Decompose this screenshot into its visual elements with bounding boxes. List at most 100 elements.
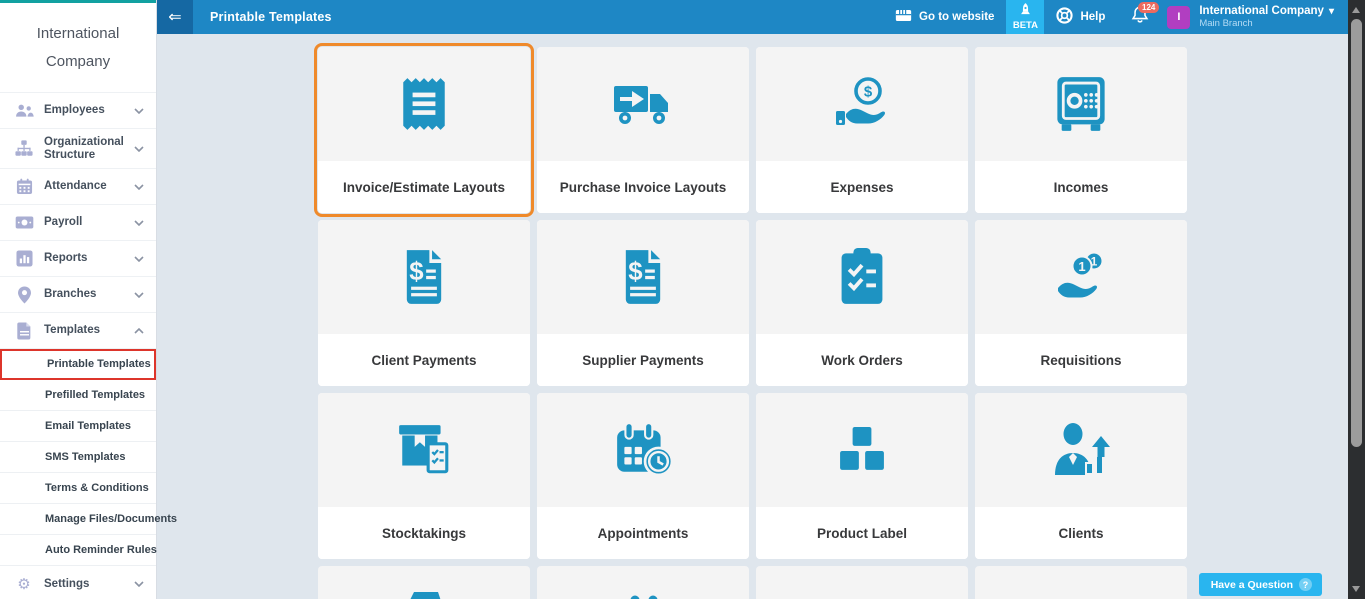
hand-coins-icon: 11 [975, 220, 1187, 334]
scrollbar-thumb[interactable] [1351, 19, 1362, 447]
partial-icon [318, 566, 530, 599]
bar-chart-icon [13, 250, 35, 267]
chevron-down-icon [134, 581, 144, 587]
partial-tile[interactable] [756, 566, 968, 599]
header-branch-name: Main Branch [1199, 18, 1253, 29]
svg-text:$: $ [409, 258, 423, 286]
sidebar-item-label: Attendance [44, 180, 107, 192]
sidebar-subitem-printable-templates[interactable]: Printable Templates [0, 349, 156, 380]
scroll-up-arrow-icon[interactable] [1352, 7, 1360, 13]
tile-work-orders[interactable]: Work Orders [756, 220, 968, 386]
chevron-down-icon [134, 291, 144, 298]
chevron-down-icon [134, 183, 144, 190]
sidebar-subitem-email-templates[interactable]: Email Templates [0, 411, 156, 442]
chevron-down-icon [134, 145, 144, 152]
tile-invoice-estimate-layouts[interactable]: Invoice/Estimate Layouts [314, 43, 534, 217]
sidebar-subitem-terms-conditions[interactable]: Terms & Conditions [0, 473, 156, 504]
chevron-down-icon [134, 255, 144, 262]
sidebar-subitem-manage-files[interactable]: Manage Files/Documents [0, 504, 177, 535]
life-ring-icon [1056, 7, 1074, 27]
sidebar-item-label: Settings [44, 577, 90, 590]
tile-requisitions[interactable]: 11 Requisitions [975, 220, 1187, 386]
sidebar-item-label: Organizational Structure [44, 135, 124, 161]
collapse-arrow-icon: ⇐ [168, 9, 182, 26]
tile-incomes[interactable]: Incomes [975, 47, 1187, 213]
stock-box-icon [318, 393, 530, 507]
calendar-icon [13, 178, 35, 195]
tile-label: Invoice/Estimate Layouts [318, 161, 530, 213]
tile-label: Client Payments [318, 334, 530, 386]
avatar[interactable]: I [1167, 5, 1191, 29]
have-a-question-button[interactable]: Have a Question ? [1198, 573, 1322, 596]
sidebar-item-label: Branches [44, 288, 97, 300]
notifications-button[interactable]: 124 [1117, 0, 1163, 34]
tile-stocktakings[interactable]: Stocktakings [318, 393, 530, 559]
tile-label: Clients [975, 507, 1187, 559]
tile-label: Supplier Payments [537, 334, 749, 386]
org-chart-icon [13, 140, 35, 157]
sidebar-item-label: Payroll [44, 216, 83, 228]
safe-icon [975, 47, 1187, 161]
help-label: Help [1080, 11, 1106, 23]
tile-clients[interactable]: Clients [975, 393, 1187, 559]
sidebar-item-templates[interactable]: Templates [0, 312, 156, 348]
blocks-icon [756, 393, 968, 507]
partial-tile[interactable] [975, 566, 1187, 599]
company-menu[interactable]: International Company ▾ Main Branch [1199, 5, 1334, 29]
caret-down-icon: ▾ [1328, 6, 1334, 17]
sidebar-subitem-prefilled-templates[interactable]: Prefilled Templates [0, 380, 156, 411]
tile-label: Expenses [756, 161, 968, 213]
sidebar-collapse-button[interactable]: ⇐ [157, 0, 193, 34]
partial-icon [975, 566, 1187, 599]
tile-label: Requisitions [975, 334, 1187, 386]
sidebar-subitem-sms-templates[interactable]: SMS Templates [0, 442, 156, 473]
svg-text:1: 1 [1078, 259, 1085, 274]
partial-tile[interactable] [537, 566, 749, 599]
tile-product-label[interactable]: Product Label [756, 393, 968, 559]
sidebar-item-payroll[interactable]: Payroll [0, 204, 156, 240]
beta-label: BETA [1012, 20, 1039, 31]
document-icon [13, 321, 35, 340]
partial-tile[interactable] [318, 566, 530, 599]
help-button[interactable]: Help [1044, 0, 1117, 34]
sidebar-item-branches[interactable]: Branches [0, 276, 156, 312]
go-to-website-label: Go to website [919, 11, 995, 23]
sidebar-item-label: Employees [44, 104, 105, 116]
sidebar-item-label: Reports [44, 252, 88, 264]
chevron-down-icon [134, 219, 144, 226]
tile-expenses[interactable]: $ Expenses [756, 47, 968, 213]
avatar-letter: I [1177, 11, 1181, 23]
partial-icon [756, 566, 968, 599]
tile-label: Incomes [975, 161, 1187, 213]
hand-dollar-icon: $ [756, 47, 968, 161]
sidebar-item-settings[interactable]: ⚙ Settings [0, 566, 156, 599]
location-pin-icon [13, 285, 35, 304]
tile-supplier-payments[interactable]: $ Supplier Payments [537, 220, 749, 386]
have-a-question-label: Have a Question [1210, 578, 1293, 591]
page-title: Printable Templates [210, 10, 332, 24]
sidebar-item-attendance[interactable]: Attendance [0, 168, 156, 204]
tile-purchase-invoice-layouts[interactable]: Purchase Invoice Layouts [537, 47, 749, 213]
dollar-document-icon: $ [537, 220, 749, 334]
storefront-icon [895, 9, 912, 25]
sidebar-subitem-auto-reminder-rules[interactable]: Auto Reminder Rules [0, 535, 157, 566]
go-to-website-button[interactable]: Go to website [883, 0, 1006, 34]
main-content: Invoice/Estimate Layouts Purchase Invoic… [157, 34, 1348, 599]
notification-count-badge: 124 [1138, 2, 1160, 13]
people-icon [13, 103, 35, 118]
question-mark-icon: ? [1299, 578, 1312, 591]
chevron-down-icon [134, 107, 144, 114]
svg-text:$: $ [628, 258, 642, 286]
vertical-scrollbar[interactable] [1348, 0, 1365, 599]
templates-grid: Invoice/Estimate Layouts Purchase Invoic… [314, 43, 1187, 599]
sidebar-item-reports[interactable]: Reports [0, 240, 156, 276]
banknote-icon [13, 216, 35, 229]
calendar-clock-icon [537, 393, 749, 507]
tile-client-payments[interactable]: $ Client Payments [318, 220, 530, 386]
scroll-down-arrow-icon[interactable] [1352, 586, 1360, 592]
sidebar-item-organizational-structure[interactable]: Organizational Structure [0, 128, 156, 168]
tile-label: Product Label [756, 507, 968, 559]
beta-button[interactable]: BETA [1006, 0, 1045, 34]
sidebar-item-employees[interactable]: Employees [0, 92, 156, 128]
tile-appointments[interactable]: Appointments [537, 393, 749, 559]
